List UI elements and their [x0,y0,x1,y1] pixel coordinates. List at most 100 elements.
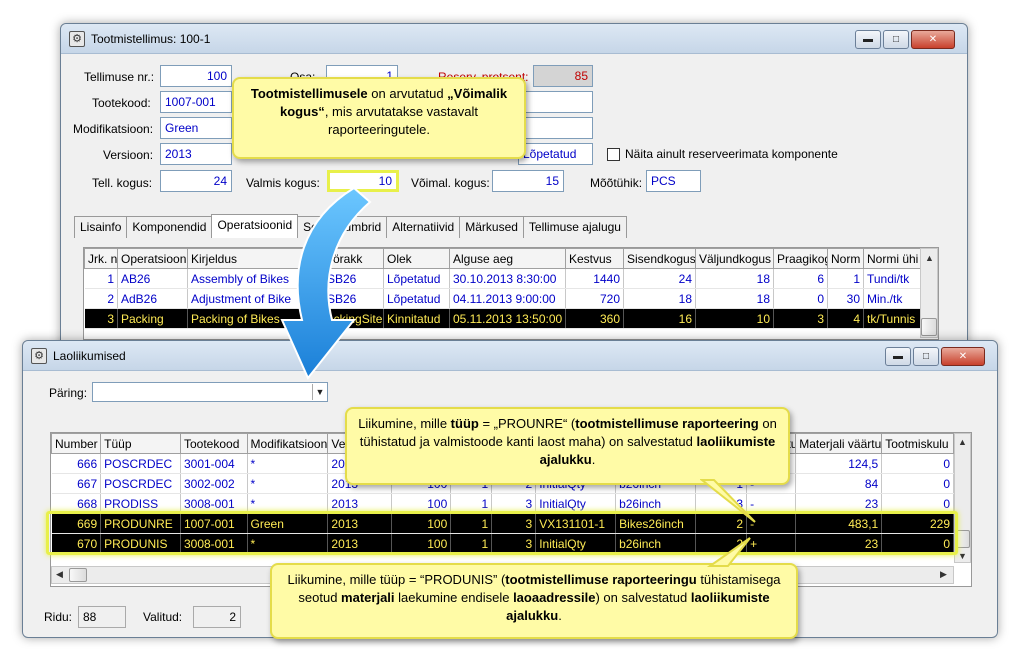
table-cell: 4 [827,308,864,329]
order-no-field[interactable]: 100 [160,65,232,87]
possible-qty-field[interactable]: 15 [492,170,564,192]
unit-field[interactable]: PCS [646,170,701,192]
flow-arrow-icon [280,186,372,380]
product-label: Tootekood: [92,96,151,110]
close-button[interactable]: ✕ [911,30,955,49]
operations-scroll-thumb[interactable] [921,318,937,336]
callout-text: laoaadressile [513,590,596,605]
scroll-up-icon[interactable]: ▲ [958,437,967,447]
column-header[interactable]: Kestvus [565,248,624,269]
callout-text: . [558,608,562,623]
movements-hscroll-thumb[interactable] [69,568,87,582]
column-header[interactable]: Tootekood [179,433,248,454]
table-cell: 3002-002 [180,473,248,494]
table-row[interactable]: 3 Packing Packing of Bikes PackingSite Kinni… [84,308,921,329]
table-cell: 0 [773,288,828,309]
table-cell: 1440 [565,268,624,289]
table-cell: 6 [773,268,828,289]
version-field[interactable]: 2013 [160,143,232,165]
column-header[interactable]: Normi ühi [863,248,921,269]
modification-desc-field[interactable] [518,117,593,139]
selected-label: Valitud: [143,610,183,624]
query-label: Päring: [49,386,88,400]
highlighted-rows-frame [46,511,958,555]
callout-pointer [700,479,756,523]
table-cell: 05.11.2013 13:50:00 [449,308,566,329]
tab-markused[interactable]: Märkused [459,216,524,238]
window-title: Tootmistellimus: 100-1 [91,32,211,46]
table-cell: 84 [795,473,883,494]
tab-komponendid[interactable]: Komponendid [126,216,213,238]
version-label: Versioon: [103,148,154,162]
maximize-button[interactable]: □ [883,30,909,49]
ordered-qty-field[interactable]: 24 [160,170,232,192]
table-cell: 720 [565,288,624,309]
ordered-qty-label: Tell. kogus: [92,176,153,190]
table-row[interactable]: 1 AB26 Assembly of Bikes ASB26 Lõpetatud 30.1… [84,268,921,289]
rows-label: Ridu: [44,610,73,624]
product-desc-field[interactable] [518,91,593,113]
scroll-down-icon[interactable]: ▼ [958,551,967,561]
scroll-right-icon[interactable]: ▶ [940,569,947,580]
table-cell: 666 [51,453,102,474]
table-cell: 18 [695,288,774,309]
column-header[interactable]: Materjali väärtu [795,433,883,454]
table-cell: POSCRDEC [100,473,181,494]
column-header[interactable]: Tüüp [100,433,181,454]
table-cell: 1 [827,268,864,289]
status-field: Lõpetatud [518,143,593,165]
table-cell: 3 [773,308,828,329]
callout-text: tüüp [450,416,479,431]
order-no-label: Tellimuse nr.: [84,70,155,84]
table-cell: 3001-004 [180,453,248,474]
table-cell: 667 [51,473,102,494]
table-cell: 30.10.2013 8:30:00 [449,268,566,289]
table-cell: * [247,473,329,494]
column-header[interactable]: Modifikatsioon [246,433,329,454]
table-cell: 360 [565,308,624,329]
close-button[interactable]: ✕ [941,347,985,366]
callout-text: materjali [341,590,395,605]
callout-text: laekumine endisele [394,590,514,605]
column-header[interactable]: Alguse aeg [449,248,566,269]
table-cell: 30 [827,288,864,309]
callout-text: Liikumine, mille tüüp = “PRODUNIS” ( [287,572,506,587]
table-row[interactable]: 2 AdB26 Adjustment of Bike ASB26 Lõpetatud 04… [84,288,921,309]
table-cell: 1 [84,268,118,289]
tab-tellimuse-ajalugu[interactable]: Tellimuse ajalugu [522,216,627,238]
scroll-left-icon[interactable]: ◀ [56,569,63,580]
app-icon: ⚙ [69,31,85,47]
callout-text: ) on salvestatud [595,590,691,605]
maximize-button[interactable]: □ [913,347,939,366]
column-header[interactable]: Sisendkogus [623,248,696,269]
modification-field[interactable]: Green [160,117,232,139]
minimize-button[interactable]: ▬ [855,30,881,49]
callout-pointer [706,537,751,567]
table-cell: 18 [695,268,774,289]
callout-text: tootmistellimuse raporteeringu [505,572,697,587]
window-title: Laoliikumised [53,349,126,363]
column-header[interactable]: Väljundkogus [695,248,774,269]
produnre-callout: Liikumine, mille tüüp = „PROUNRE“ (tootm… [345,407,790,485]
column-header[interactable]: Jrk. n [84,248,118,269]
table-cell: AdB26 [117,288,188,309]
column-header[interactable]: Praagikogu [773,248,828,269]
possible-qty-label: Võimal. kogus: [411,176,490,190]
callout-text: Tootmistellimusele [250,86,368,101]
minimize-button[interactable]: ▬ [885,347,911,366]
table-cell: 0 [881,453,954,474]
table-cell: Packing [117,308,188,329]
title-bar: ⚙ Laoliikumised ▬ □ ✕ [23,341,997,371]
column-header[interactable]: Norm [827,248,864,269]
table-cell: 10 [695,308,774,329]
callout-text: on arvutatud [367,86,448,101]
unreserved-checkbox[interactable] [607,148,620,161]
callout-text: = „PROUNRE“ ( [478,416,576,431]
column-header[interactable]: Operatsiooni [117,248,188,269]
tab-lisainfo[interactable]: Lisainfo [74,216,128,238]
scroll-up-icon[interactable]: ▲ [925,253,934,263]
product-field[interactable]: 1007-001 [160,91,232,113]
table-cell: 24 [623,268,696,289]
column-header[interactable]: Tootmiskulu [881,433,954,454]
column-header[interactable]: Number [50,433,102,454]
